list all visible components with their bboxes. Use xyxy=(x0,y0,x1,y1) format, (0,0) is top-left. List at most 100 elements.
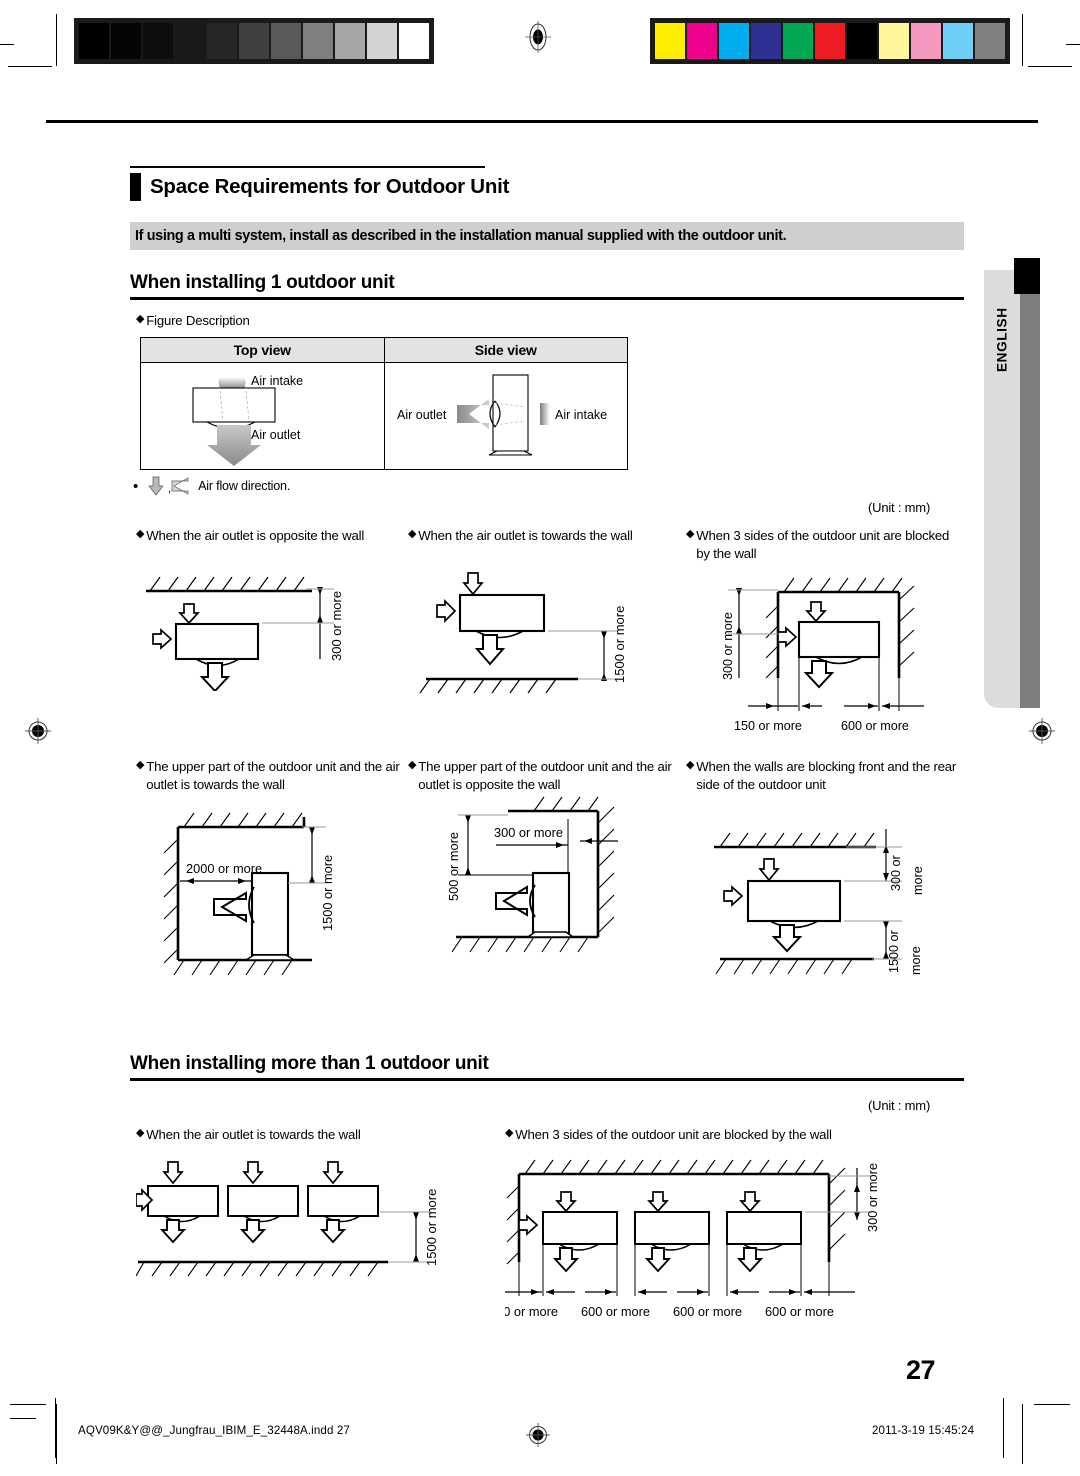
grayscale-swatch-9 xyxy=(367,23,397,59)
figure-1-caption-row: ◆ When the air outlet is opposite the wa… xyxy=(136,527,408,545)
multi-system-note: If using a multi system, install as desc… xyxy=(130,222,964,250)
page-number: 27 xyxy=(906,1355,936,1385)
color-swatch-3 xyxy=(751,23,781,59)
figure-description-label: Figure Description xyxy=(146,313,250,328)
crop-line-bl-v xyxy=(56,1404,57,1464)
figure-5-dim-v-label: 500 or more xyxy=(446,832,461,901)
figure-6-diagram: 300 or more 1500 or more xyxy=(714,829,925,975)
diamond-bullet-icon: ◆ xyxy=(408,528,417,540)
crop-line-br-v xyxy=(1022,1404,1023,1464)
color-swatch-0 xyxy=(655,23,685,59)
figure-6-dim-v2-label-a: 1500 or xyxy=(887,930,901,973)
figure-7-caption-row: ◆ When the air outlet is towards the wal… xyxy=(136,1126,496,1144)
figure-3-caption-row: ◆ When 3 sides of the outdoor unit are b… xyxy=(686,527,964,562)
figure-4-caption-row: ◆ The upper part of the outdoor unit and… xyxy=(136,758,416,793)
figure-5-caption-row: ◆ The upper part of the outdoor unit and… xyxy=(408,758,680,793)
figure-3-dim-h1-label: 150 or more xyxy=(734,719,802,733)
color-swatch-1 xyxy=(687,23,717,59)
view-table-col-top: Top view xyxy=(141,338,385,362)
figure-1-dim-label: 300 or more xyxy=(329,590,344,660)
side-view-diagram: Air outlet Air intake xyxy=(397,374,607,456)
diamond-bullet-icon: ◆ xyxy=(136,528,145,540)
side-tab-label: ENGLISH xyxy=(994,307,1010,373)
figure-1-diagram: 300 or more xyxy=(146,576,344,691)
registration-target-bottom xyxy=(523,1420,553,1450)
footer-rule-left xyxy=(55,1398,56,1458)
figure-2-dim-label: 1500 or more xyxy=(612,605,627,682)
figure-3-caption: When 3 sides of the outdoor unit are blo… xyxy=(696,528,950,561)
figure-7-caption: When the air outlet is towards the wall xyxy=(146,1127,361,1142)
registration-target-right xyxy=(1026,715,1056,745)
diamond-bullet-icon: ◆ xyxy=(136,1127,145,1139)
airflow-arrow-icons: , xyxy=(148,476,189,496)
heading-multi-unit-rule xyxy=(130,1078,964,1081)
grayscale-swatch-3 xyxy=(175,23,205,59)
view-table-cell-side-view: Air outlet Air intake xyxy=(385,363,628,469)
unit-note-multi: (Unit : mm) xyxy=(868,1098,931,1113)
view-table-cell-top-view: Air intake Air outlet xyxy=(141,363,385,469)
figure-7-dim-label: 1500 or more xyxy=(424,1188,439,1265)
registration-target-top xyxy=(521,20,551,53)
figure-6-caption: When the walls are blocking front and th… xyxy=(696,759,957,792)
diamond-bullet-icon: ◆ xyxy=(136,759,145,771)
airflow-direction-note: • , Air flow direction. xyxy=(133,476,290,496)
figure-4-dim-h-label: 2000 or more xyxy=(186,861,262,876)
figure-5-caption: The upper part of the outdoor unit and t… xyxy=(418,759,672,792)
grayscale-swatch-0 xyxy=(79,23,109,59)
diamond-bullet-icon: ◆ xyxy=(686,528,695,540)
color-swatch-7 xyxy=(879,23,909,59)
grayscale-swatch-10 xyxy=(399,23,429,59)
figure-6-dim-v1-label-b: more xyxy=(911,866,925,895)
section-title-underline xyxy=(130,166,485,168)
unit-note-single: (Unit : mm) xyxy=(868,500,931,515)
top-view-diagram: Air intake Air outlet xyxy=(192,374,303,466)
tick-left-upper xyxy=(0,44,14,45)
heading-multi-unit: When installing more than 1 outdoor unit xyxy=(130,1053,489,1074)
registration-target-left xyxy=(22,715,52,745)
figure-8-dim-h4-label: 600 or more xyxy=(765,1304,834,1319)
manual-page: Space Requirements for Outdoor Unit If u… xyxy=(0,0,1080,1476)
color-swatch-5 xyxy=(815,23,845,59)
figure-4-caption: The upper part of the outdoor unit and t… xyxy=(146,759,400,792)
figure-5-dim-h-label: 300 or more xyxy=(494,825,563,840)
section-title-marker xyxy=(130,172,141,201)
footer-filename: AQV09K&Y@@_Jungfrau_IBIM_E_32448A.indd 2… xyxy=(78,1424,350,1437)
color-swatch-6 xyxy=(847,23,877,59)
crop-line-tr-v xyxy=(1022,14,1023,66)
figure-8-dim-h1-label: 300 or more xyxy=(505,1304,558,1319)
crop-line-bl-h2 xyxy=(10,1418,36,1419)
color-swatch-2 xyxy=(719,23,749,59)
view-table: Top view Side view Air intake Air outlet… xyxy=(140,337,628,470)
heading-single-unit: When installing 1 outdoor unit xyxy=(130,272,395,293)
crop-line-bl-h xyxy=(10,1404,46,1405)
color-calibration-bar xyxy=(650,18,1010,64)
crop-line-br-h xyxy=(1034,1404,1070,1405)
figure-6-dim-v2-label-b: more xyxy=(909,946,923,975)
heading-single-unit-block: When installing 1 outdoor unit xyxy=(130,272,964,300)
side-view-air-outlet-label: Air outlet xyxy=(397,408,447,422)
figure-block-2: ◆ When the air outlet is towards the wal… xyxy=(408,527,680,701)
grayscale-swatch-1 xyxy=(111,23,141,59)
top-view-air-intake-label: Air intake xyxy=(251,374,303,388)
figure-6-caption-row: ◆ When the walls are blocking front and … xyxy=(686,758,966,793)
view-table-body: Air intake Air outlet Air outlet Air int… xyxy=(141,363,627,469)
figure-8-caption: When 3 sides of the outdoor unit are blo… xyxy=(515,1127,832,1142)
footer-timestamp: 2011-3-19 15:45:24 xyxy=(872,1424,975,1437)
figure-3-dim-v-label: 300 or more xyxy=(721,612,735,680)
color-swatch-9 xyxy=(943,23,973,59)
diamond-bullet-icon: ◆ xyxy=(505,1127,514,1139)
bullet-dot-icon: • xyxy=(133,477,139,495)
multi-system-note-text: If using a multi system, install as desc… xyxy=(135,228,787,244)
grayscale-swatch-2 xyxy=(143,23,173,59)
grayscale-swatch-7 xyxy=(303,23,333,59)
figure-6-dim-v1-label-a: 300 or xyxy=(889,855,903,891)
figure-2-caption-row: ◆ When the air outlet is towards the wal… xyxy=(408,527,680,545)
heading-multi-unit-block: When installing more than 1 outdoor unit xyxy=(130,1053,964,1081)
figure-block-1: ◆ When the air outlet is opposite the wa… xyxy=(136,527,408,691)
figure-block-8: ◆ When 3 sides of the outdoor unit are b… xyxy=(505,1126,965,1325)
grayscale-swatch-8 xyxy=(335,23,365,59)
figure-2-diagram: 1500 or more xyxy=(419,571,627,693)
crop-line-tl-v xyxy=(56,14,57,66)
side-view-air-intake-label: Air intake xyxy=(555,408,607,422)
language-side-tab: ENGLISH xyxy=(984,258,1040,708)
